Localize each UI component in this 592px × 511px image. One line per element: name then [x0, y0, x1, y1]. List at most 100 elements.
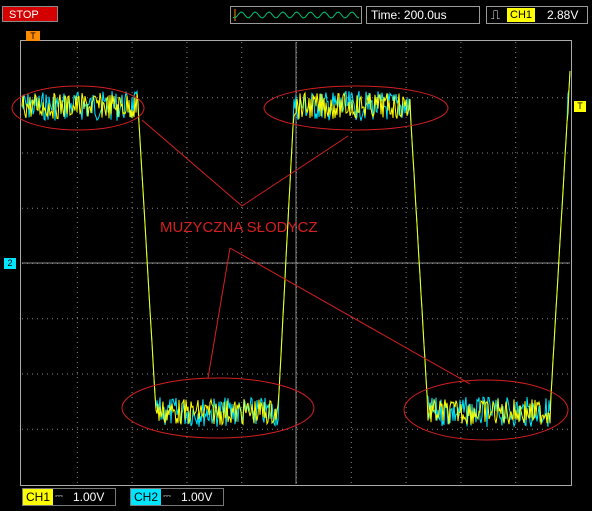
grid-dot	[117, 428, 118, 430]
grid-dot	[202, 318, 203, 320]
grid-dot	[412, 207, 413, 209]
grid-dot	[37, 318, 38, 320]
grid-dot	[172, 318, 173, 320]
grid-dot	[297, 152, 298, 154]
grid-dot	[242, 207, 243, 209]
grid-dot	[131, 127, 133, 128]
grid-dot	[350, 217, 352, 218]
grid-dot	[460, 432, 462, 433]
grid-dot	[247, 318, 248, 320]
grid-dot	[405, 192, 407, 193]
grid-dot	[487, 428, 488, 430]
grid-dot	[82, 428, 83, 430]
grid-dot	[487, 97, 488, 99]
grid-dot	[282, 152, 283, 154]
grid-dot	[350, 272, 352, 273]
grid-dot	[77, 318, 78, 320]
grid-dot	[502, 152, 503, 154]
grid-dot	[241, 472, 243, 473]
grid-dot	[460, 242, 462, 243]
grid-dot	[87, 97, 88, 99]
grid-dot	[460, 372, 462, 373]
grid-dot	[186, 132, 188, 133]
grid-dot	[186, 367, 188, 368]
grid-dot	[552, 97, 553, 99]
grid-dot	[297, 318, 298, 320]
grid-dot	[405, 442, 407, 443]
grid-dot	[177, 428, 178, 430]
grid-dot	[241, 212, 243, 213]
grid-dot	[186, 202, 188, 203]
grid-dot	[350, 287, 352, 288]
ch2-settings[interactable]: CH2 ⎓ 1.00V	[130, 488, 224, 506]
grid-dot	[405, 352, 407, 353]
grid-dot	[405, 467, 407, 468]
grid-dot	[102, 207, 103, 209]
grid-dot	[460, 72, 462, 73]
grid-dot	[350, 72, 352, 73]
grid-dot	[492, 152, 493, 154]
grid-dot	[515, 207, 517, 208]
grid-dot	[186, 147, 188, 148]
grid-dot	[460, 197, 462, 198]
grid-dot	[131, 282, 133, 283]
grid-dot	[186, 462, 188, 463]
grid-dot	[186, 247, 188, 248]
grid-dot	[257, 318, 258, 320]
grid-dot	[76, 292, 78, 293]
grid-dot	[272, 152, 273, 154]
grid-dot	[522, 207, 523, 209]
grid-dot	[532, 318, 533, 320]
grid-dot	[432, 97, 433, 99]
grid-dot	[102, 152, 103, 154]
grid-dot	[312, 373, 313, 375]
grid-dot	[515, 352, 517, 353]
trigger-position-marker[interactable]: T	[26, 31, 40, 41]
grid-dot	[482, 318, 483, 320]
grid-dot	[287, 373, 288, 375]
grid-dot	[552, 318, 553, 320]
grid-dot	[147, 207, 148, 209]
grid-dot	[277, 318, 278, 320]
grid-dot	[186, 197, 188, 198]
ch1-settings[interactable]: CH1 ⎓ 1.00V	[22, 488, 116, 506]
grid-dot	[76, 472, 78, 473]
grid-dot	[241, 82, 243, 83]
grid-dot	[76, 137, 78, 138]
ch2-reference-marker[interactable]: 2	[4, 258, 16, 269]
grid-dot	[405, 432, 407, 433]
annotation-text: MUZYCZNA SŁODYCZ	[160, 219, 318, 236]
grid-dot	[350, 362, 352, 363]
grid-dot	[92, 207, 93, 209]
grid-dot	[407, 97, 408, 99]
grid-dot	[350, 422, 352, 423]
ch2-label: CH2	[131, 489, 162, 505]
grid-dot	[202, 373, 203, 375]
grid-dot	[460, 67, 462, 68]
grid-dot	[142, 152, 143, 154]
grid-dot	[252, 152, 253, 154]
grid-dot	[515, 182, 517, 183]
grid-dot	[350, 157, 352, 158]
trigger-level-marker[interactable]: T	[574, 101, 586, 112]
grid-dot	[76, 232, 78, 233]
grid-dot	[422, 152, 423, 154]
grid-dot	[487, 373, 488, 375]
grid-dot	[241, 372, 243, 373]
grid-dot	[337, 428, 338, 430]
grid-dot	[312, 318, 313, 320]
grid-dot	[350, 292, 352, 293]
grid-dot	[267, 152, 268, 154]
grid-dot	[307, 207, 308, 209]
grid-dot	[127, 318, 128, 320]
grid-dot	[131, 442, 133, 443]
grid-dot	[477, 318, 478, 320]
grid-dot	[186, 392, 188, 393]
grid-dot	[222, 152, 223, 154]
grid-dot	[167, 428, 168, 430]
grid-dot	[350, 467, 352, 468]
grid-dot	[76, 247, 78, 248]
grid-dot	[460, 452, 462, 453]
grid-dot	[460, 97, 462, 98]
grid-dot	[515, 177, 517, 178]
